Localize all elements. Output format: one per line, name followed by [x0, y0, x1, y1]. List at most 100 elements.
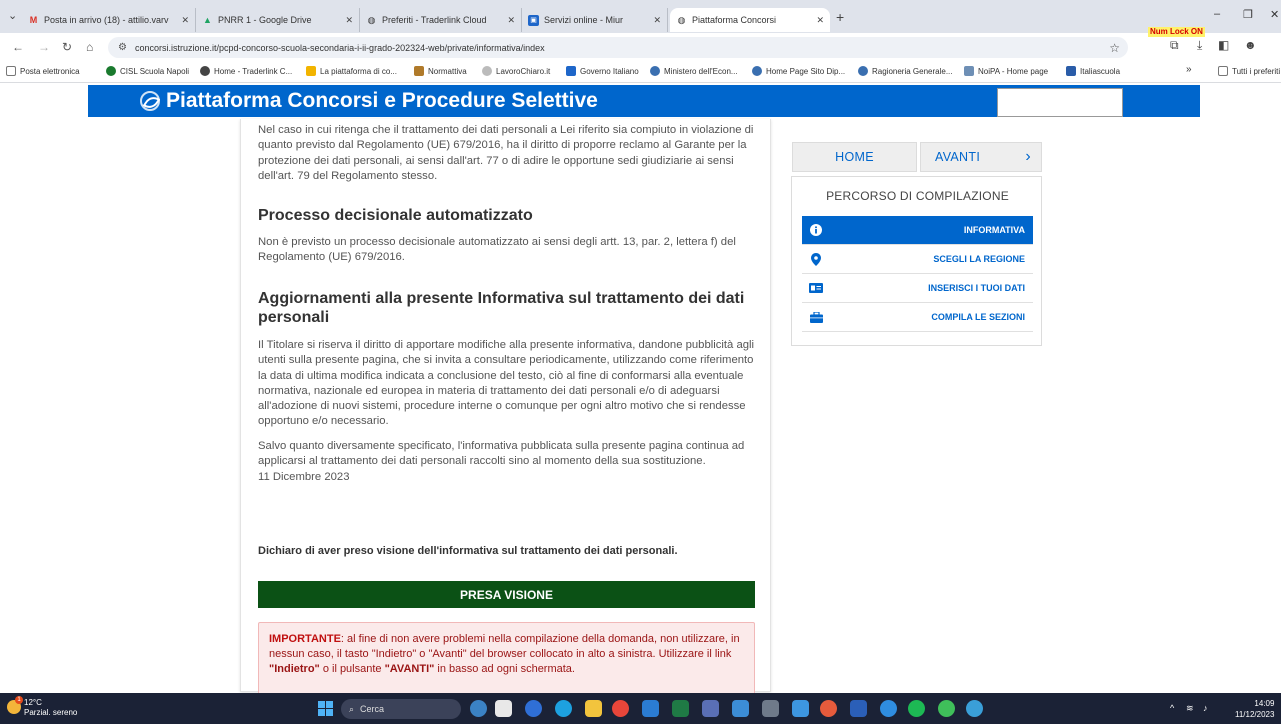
- back-icon[interactable]: ←: [12, 40, 24, 54]
- chat-app-icon[interactable]: [525, 700, 542, 717]
- site-info-icon[interactable]: ⚙: [118, 42, 127, 53]
- bookmark-item[interactable]: Ministero dell'Econ...: [650, 66, 738, 76]
- declaration-text: Dichiaro di aver preso visione dell'info…: [258, 545, 678, 557]
- close-tab-icon[interactable]: ✕: [175, 15, 189, 26]
- taskbar-search[interactable]: ⌕ Cerca: [341, 699, 461, 719]
- tab-google-drive[interactable]: ▲ PNRR 1 - Google Drive ✕: [196, 8, 360, 32]
- side-panel-icon[interactable]: ◧: [1218, 38, 1229, 52]
- new-tab-button[interactable]: +: [836, 9, 844, 25]
- globe-icon: ◍: [367, 14, 376, 25]
- normattiva-icon: [414, 66, 424, 76]
- cortana-app-icon[interactable]: [880, 700, 897, 717]
- forward-icon[interactable]: →: [38, 40, 50, 54]
- folder-icon: [1218, 66, 1228, 76]
- app-icon[interactable]: [966, 700, 983, 717]
- tray-chevron-icon[interactable]: ^: [1170, 703, 1174, 713]
- bookmark-item[interactable]: LavoroChiaro.it: [482, 66, 550, 76]
- bookmark-item[interactable]: Posta elettronica: [6, 66, 80, 76]
- bookmark-item[interactable]: Governo Italiano: [566, 66, 639, 76]
- step-informativa[interactable]: INFORMATIVA: [802, 216, 1033, 245]
- heading-aggiornamenti: Aggiornamenti alla presente Informativa …: [258, 290, 745, 326]
- app-icon[interactable]: [732, 700, 749, 717]
- bookmark-item[interactable]: NoiPA - Home page: [964, 66, 1048, 76]
- wifi-icon[interactable]: ≋: [1186, 703, 1194, 714]
- paragraph-reclamo: Nel caso in cui ritenga che il trattamen…: [258, 124, 754, 182]
- bing-app-icon[interactable]: [470, 700, 487, 717]
- miur-icon: ▣: [528, 14, 539, 26]
- outlook-app-icon[interactable]: [642, 700, 659, 717]
- close-tab-icon[interactable]: ✕: [501, 15, 515, 26]
- bookmark-item[interactable]: Home - Traderlink C...: [200, 66, 292, 76]
- calendar-app-icon[interactable]: [702, 700, 719, 717]
- gmail-icon: M: [29, 15, 38, 25]
- excel-app-icon[interactable]: [672, 700, 689, 717]
- tab-gmail[interactable]: M Posta in arrivo (18) - attilio.varv ✕: [22, 8, 196, 32]
- map-pin-icon: [802, 252, 830, 266]
- bookmark-item[interactable]: Ragioneria Generale...: [858, 66, 953, 76]
- governo-icon: [566, 66, 576, 76]
- bookmark-item[interactable]: Home Page Sito Dip...: [752, 66, 845, 76]
- folder-app-icon[interactable]: [585, 700, 602, 717]
- spotify-app-icon[interactable]: [908, 700, 925, 717]
- bookmark-item[interactable]: Normattiva: [414, 66, 467, 76]
- browser-toolbar: ← → ↻ ⌂ ⚙ concorsi.istruzione.it/pcpd-co…: [0, 33, 1281, 61]
- extension-icon[interactable]: ⧉: [1170, 38, 1179, 53]
- mef-icon: [752, 66, 762, 76]
- noipa-icon: [964, 66, 974, 76]
- address-bar[interactable]: ⚙ concorsi.istruzione.it/pcpd-concorso-s…: [108, 37, 1128, 58]
- tab-search-chevron-icon[interactable]: ⌄: [8, 9, 17, 22]
- id-card-icon: [802, 283, 830, 293]
- step-scegli-regione[interactable]: SCEGLI LA REGIONE: [802, 245, 1033, 274]
- info-icon: [802, 224, 830, 236]
- close-tab-icon[interactable]: ✕: [810, 15, 824, 26]
- tab-miur[interactable]: ▣ Servizi online - Miur ✕: [522, 8, 668, 32]
- word-app-icon[interactable]: [850, 700, 867, 717]
- paragraph-processo: Non è previsto un processo decisionale a…: [258, 236, 736, 264]
- system-clock[interactable]: 14:09 11/12/2023: [1235, 698, 1274, 720]
- avanti-button[interactable]: AVANTI ›: [920, 142, 1042, 172]
- windows-taskbar: 1 12°C Parzial. sereno ⌕ Cerca ^ ≋ ♪ 14:…: [0, 693, 1281, 724]
- minimize-icon[interactable]: –: [1214, 8, 1220, 20]
- bookmark-item[interactable]: Italiascuola: [1066, 66, 1120, 76]
- download-icon[interactable]: ⤓: [1197, 38, 1202, 53]
- app-icon[interactable]: [938, 700, 955, 717]
- numlock-indicator: Num Lock ON: [1148, 27, 1205, 37]
- close-window-icon[interactable]: ✕: [1270, 8, 1279, 21]
- bookmark-item[interactable]: La piattaforma di co...: [306, 66, 397, 76]
- app-icon[interactable]: [820, 700, 837, 717]
- profile-avatar-icon[interactable]: ☻: [1244, 38, 1257, 52]
- edge-browser-icon[interactable]: [555, 700, 572, 717]
- chrome-app-icon[interactable]: [612, 700, 629, 717]
- bookmark-item[interactable]: CISL Scuola Napoli: [106, 66, 189, 76]
- paragraph-titolare: Il Titolare si riserva il diritto di app…: [258, 339, 755, 428]
- file-explorer-icon[interactable]: [495, 700, 512, 717]
- chevron-right-icon: ›: [1025, 148, 1031, 165]
- weather-widget[interactable]: 12°C Parzial. sereno: [24, 698, 77, 718]
- volume-icon[interactable]: ♪: [1203, 703, 1208, 713]
- home-button[interactable]: HOME: [792, 142, 917, 172]
- globe-icon: [200, 66, 210, 76]
- windows-start-icon[interactable]: [318, 701, 333, 716]
- tab-piattaforma-concorsi[interactable]: ◍ Piattaforma Concorsi ✕: [670, 8, 830, 32]
- step-compila-sezioni[interactable]: COMPILA LE SEZIONI: [802, 303, 1033, 332]
- search-icon: ⌕: [349, 703, 355, 714]
- close-tab-icon[interactable]: ✕: [647, 15, 661, 26]
- browser-tab-bar: ⌄ M Posta in arrivo (18) - attilio.varv …: [0, 0, 1281, 33]
- tab-traderlink[interactable]: ◍ Preferiti - Traderlink Cloud ✕: [360, 8, 522, 32]
- home-icon[interactable]: ⌂: [86, 40, 93, 54]
- bookmark-star-icon[interactable]: ☆: [1109, 41, 1120, 55]
- bookmarks-overflow-button[interactable]: »: [1186, 64, 1192, 75]
- reload-icon[interactable]: ↻: [62, 40, 72, 54]
- cisl-icon: [106, 66, 116, 76]
- user-box: [997, 88, 1123, 117]
- presa-visione-button[interactable]: PRESA VISIONE: [258, 581, 755, 608]
- close-tab-icon[interactable]: ✕: [339, 15, 353, 26]
- all-bookmarks-button[interactable]: Tutti i preferiti: [1218, 66, 1280, 76]
- paragraph-salvo: Salvo quanto diversamente specificato, l…: [258, 440, 745, 468]
- app-icon[interactable]: [762, 700, 779, 717]
- todo-app-icon[interactable]: [792, 700, 809, 717]
- page-viewport: Piattaforma Concorsi e Procedure Seletti…: [0, 83, 1281, 698]
- maximize-icon[interactable]: ❐: [1243, 8, 1253, 21]
- step-inserisci-dati[interactable]: INSERISCI I TUOI DATI: [802, 274, 1033, 303]
- drive-icon: ▲: [203, 15, 212, 25]
